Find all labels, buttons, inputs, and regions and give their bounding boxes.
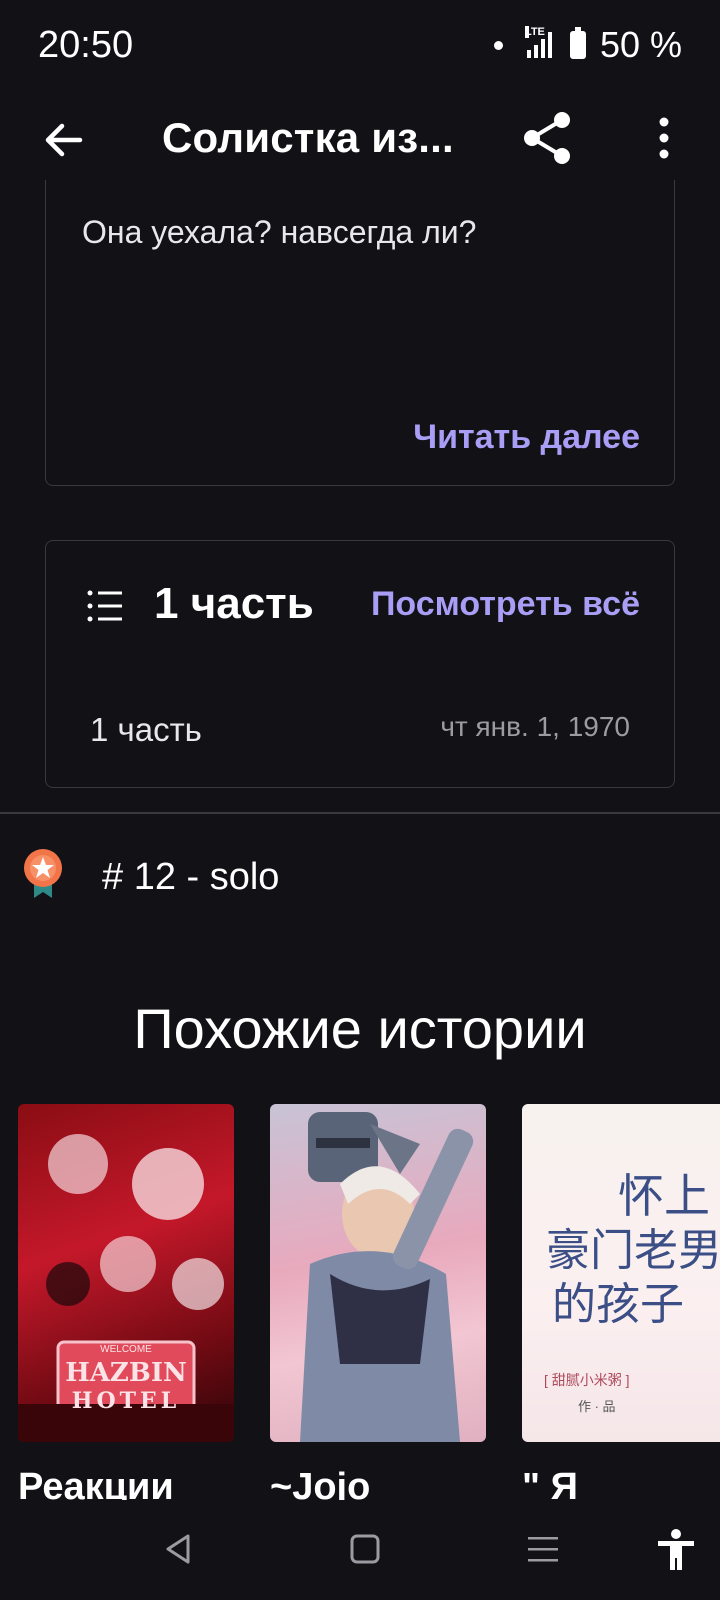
view-all-button[interactable]: Посмотреть всё: [371, 585, 640, 624]
nav-back-icon[interactable]: [160, 1530, 198, 1568]
cover-text: HAZBIN: [65, 1358, 187, 1388]
system-nav-bar: [0, 1500, 720, 1600]
divider: [0, 812, 720, 814]
parts-card: 1 часть Посмотреть всё 1 часть чт янв. 1…: [45, 540, 675, 788]
similar-stories-heading: Похожие истории: [133, 997, 587, 1060]
battery-level: 50 %: [599, 24, 682, 65]
arrow-left-icon[interactable]: [40, 116, 88, 164]
story-cover[interactable]: [270, 1104, 486, 1442]
notification-dot-icon: [493, 40, 503, 50]
cover-text: [ 甜腻小米粥 ]: [544, 1372, 630, 1388]
ranking-badge-icon: [24, 849, 62, 898]
accessibility-icon[interactable]: [654, 1528, 698, 1572]
part-item-name[interactable]: 1 часть: [90, 711, 202, 749]
cover-text: HOTEL: [71, 1388, 181, 1414]
parts-count: 1 часть: [154, 579, 314, 628]
read-more-button[interactable]: Читать далее: [413, 418, 640, 457]
cover-illustration: [300, 1112, 474, 1442]
status-bar: 20:50 LTE 50 %: [0, 0, 720, 96]
ranking-label[interactable]: # 12 - solo: [102, 856, 279, 899]
list-icon: [87, 590, 122, 622]
network-type: LTE: [524, 26, 545, 38]
similar-story-card[interactable]: 怀上 豪门老男 的孩子 [ 甜腻小米粥 ] 作 · 品 " Я: [522, 1104, 720, 1508]
page-title: Солистка из...: [162, 114, 454, 161]
story-description: Она уехала? навсегда ли?: [82, 214, 477, 250]
cover-text: WELCOME: [100, 1344, 152, 1355]
story-cover[interactable]: WELCOME HAZBIN HOTEL: [18, 1104, 234, 1442]
battery-icon: [569, 27, 586, 59]
nav-recents-icon[interactable]: [526, 1532, 560, 1566]
status-icons: LTE 50 %: [493, 24, 682, 66]
share-icon[interactable]: [518, 108, 578, 168]
description-card: Она уехала? навсегда ли? Читать далее: [45, 180, 675, 486]
nav-home-icon[interactable]: [346, 1530, 384, 1568]
cover-text: 作 · 品: [578, 1399, 616, 1414]
cover-text: 的孩子: [552, 1279, 684, 1330]
similar-story-card[interactable]: ~Jojo: [270, 1104, 486, 1508]
more-vertical-icon[interactable]: [646, 114, 682, 162]
part-item-date: чт янв. 1, 1970: [440, 711, 630, 742]
story-cover[interactable]: 怀上 豪门老男 的孩子 [ 甜腻小米粥 ] 作 · 品: [522, 1104, 720, 1442]
signal-icon: LTE: [524, 26, 552, 58]
status-time: 20:50: [38, 24, 134, 66]
similar-story-card[interactable]: WELCOME HAZBIN HOTEL Реакции: [18, 1104, 234, 1508]
